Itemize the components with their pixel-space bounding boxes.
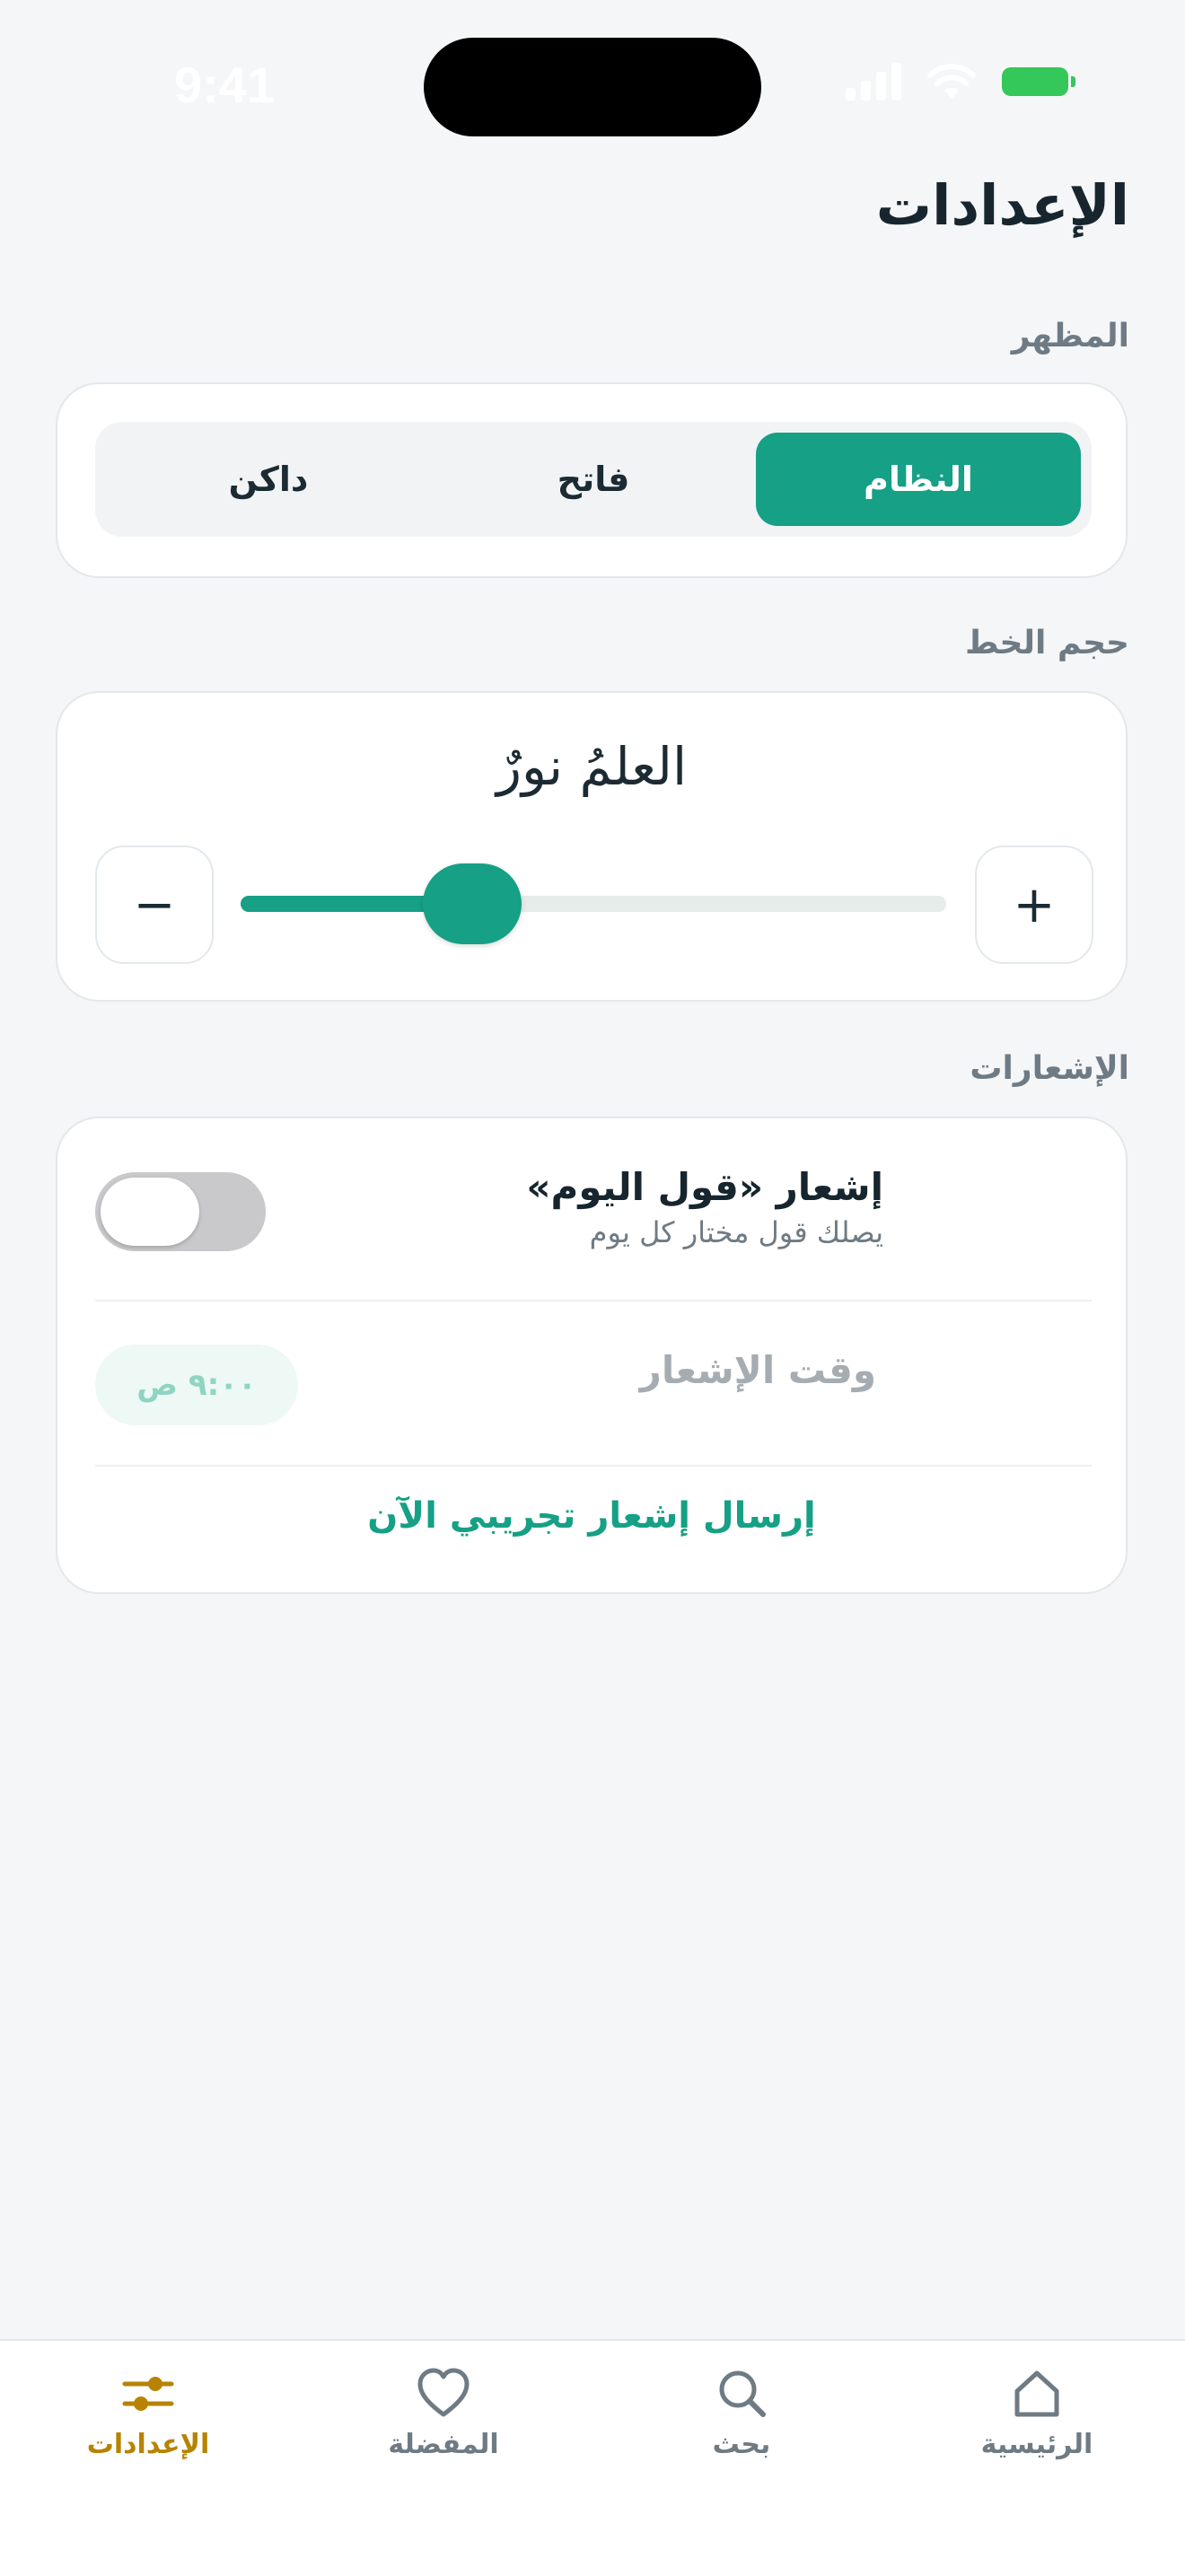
font-size-section-label: حجم الخط [964, 625, 1129, 662]
page-title: الإعدادات [875, 172, 1129, 238]
daily-notification-toggle[interactable] [95, 1172, 266, 1251]
status-bar: 9:41 [0, 0, 1185, 171]
theme-segmented-control: النظام فاتح داكن [95, 422, 1092, 537]
battery-icon [1002, 67, 1075, 96]
increase-font-button[interactable]: + [975, 846, 1093, 964]
appearance-section-label: المظهر [1011, 318, 1129, 355]
search-icon [719, 2370, 766, 2417]
toggle-knob [101, 1178, 199, 1246]
theme-option-dark[interactable]: داكن [106, 433, 431, 526]
tab-label: بحث [712, 2429, 771, 2460]
daily-notification-subtitle: يصلك قول مختار كل يوم [589, 1215, 883, 1249]
divider [95, 1300, 1092, 1301]
font-preview-text: العلمُ نورٌ [496, 736, 688, 797]
appearance-card: النظام فاتح داكن [56, 382, 1128, 578]
daily-notification-title: إشعار «قول اليوم» [526, 1165, 883, 1209]
font-size-card: العلمُ نورٌ + − [56, 691, 1128, 1002]
notification-time-picker[interactable]: ٩:٠٠ ص [95, 1345, 298, 1425]
tab-bar: الرئيسية بحث المفضلة الإعدادات [0, 2339, 1185, 2576]
notifications-section-label: الإشعارات [970, 1050, 1129, 1087]
wifi-icon [927, 64, 976, 99]
slider-thumb[interactable] [422, 863, 522, 944]
plus-icon: + [1013, 875, 1056, 934]
dynamic-island [424, 38, 761, 136]
home-icon [1014, 2370, 1059, 2417]
notification-time-label: وقت الإشعار [639, 1348, 876, 1392]
tab-search[interactable]: بحث [634, 2364, 849, 2499]
tab-label: الرئيسية [980, 2429, 1093, 2460]
status-icons [846, 63, 1075, 101]
minus-icon: − [133, 875, 176, 934]
tab-label: المفضلة [388, 2429, 499, 2460]
tab-label: الإعدادات [86, 2429, 210, 2460]
status-time: 9:41 [174, 57, 276, 113]
heart-icon [417, 2368, 470, 2417]
tab-settings[interactable]: الإعدادات [40, 2364, 256, 2499]
divider [95, 1465, 1092, 1467]
theme-option-light[interactable]: فاتح [431, 433, 756, 526]
send-test-notification-button[interactable]: إرسال إشعار تجريبي الآن [57, 1495, 1126, 1537]
theme-option-system[interactable]: النظام [756, 433, 1081, 526]
decrease-font-button[interactable]: − [95, 846, 214, 964]
font-size-slider[interactable] [241, 863, 946, 944]
notifications-card: إشعار «قول اليوم» يصلك قول مختار كل يوم … [56, 1117, 1128, 1594]
tab-home[interactable]: الرئيسية [929, 2364, 1145, 2499]
cellular-signal-icon [846, 63, 901, 101]
sliders-icon [122, 2377, 174, 2411]
tab-favorites[interactable]: المفضلة [336, 2364, 551, 2499]
